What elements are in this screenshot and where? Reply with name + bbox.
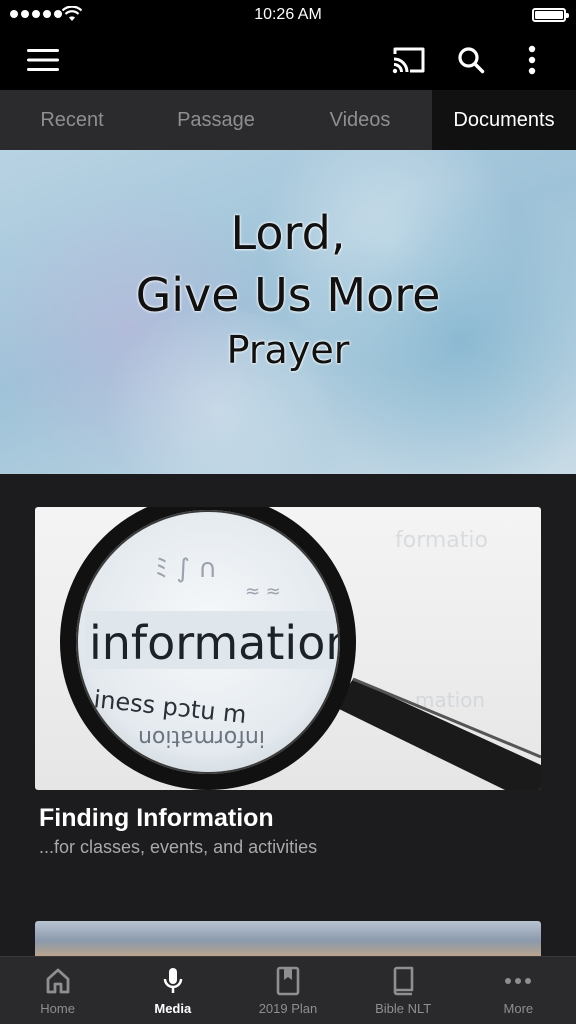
banner-title-line-2: Give Us More xyxy=(135,268,441,322)
svg-text:ﾐ ∫ ∩: ﾐ ∫ ∩ xyxy=(155,554,217,584)
bottom-nav: Home Media 2019 Plan Bible NLT More xyxy=(0,956,576,1024)
menu-icon[interactable] xyxy=(25,42,61,78)
nav-2019-plan[interactable]: 2019 Plan xyxy=(230,957,345,1024)
nav-bible[interactable]: Bible NLT xyxy=(346,957,461,1024)
tab-documents[interactable]: Documents xyxy=(432,90,576,150)
document-card[interactable]: formatio mation informa information ines… xyxy=(35,507,541,858)
search-icon[interactable] xyxy=(453,42,489,78)
bookmark-icon xyxy=(276,957,300,997)
battery-icon xyxy=(532,8,569,22)
tab-recent[interactable]: Recent xyxy=(0,90,144,150)
tab-passage[interactable]: Passage xyxy=(144,90,288,150)
nav-home[interactable]: Home xyxy=(0,957,115,1024)
status-time: 10:26 AM xyxy=(254,6,322,23)
tab-videos[interactable]: Videos xyxy=(288,90,432,150)
home-icon xyxy=(45,957,71,997)
nav-home-label: Home xyxy=(40,1001,75,1016)
card-image-text: information xyxy=(89,616,355,670)
featured-banner[interactable]: Lord, Give Us More Prayer xyxy=(0,150,576,474)
card-title: Finding Information xyxy=(39,804,274,832)
card-subtitle: ...for classes, events, and activities xyxy=(39,837,318,857)
status-bar: 10:26 AM xyxy=(0,0,576,30)
banner-title-line-3: Prayer xyxy=(226,328,350,372)
ellipsis-icon xyxy=(504,957,532,997)
media-tabs: Recent Passage Videos Documents xyxy=(0,90,576,150)
app-bar xyxy=(0,30,576,90)
banner-title-line-1: Lord, xyxy=(230,206,346,260)
nav-more-label: More xyxy=(503,1001,534,1016)
microphone-icon xyxy=(162,957,184,997)
svg-text:formatio: formatio xyxy=(395,528,488,553)
next-card-image[interactable] xyxy=(35,921,541,961)
magnifying-glass-image: formatio mation informa information ines… xyxy=(35,507,541,790)
nav-2019-plan-label: 2019 Plan xyxy=(258,1001,318,1016)
svg-text:≈ ≈: ≈ ≈ xyxy=(245,581,281,602)
book-icon xyxy=(391,957,415,997)
nav-more[interactable]: More xyxy=(461,957,576,1024)
svg-text:information: information xyxy=(138,725,265,750)
nav-bible-label: Bible NLT xyxy=(375,1001,432,1016)
nav-media[interactable]: Media xyxy=(115,957,230,1024)
more-options-icon[interactable] xyxy=(514,42,550,78)
nav-media-label: Media xyxy=(154,1001,192,1016)
cast-icon[interactable] xyxy=(391,42,427,78)
